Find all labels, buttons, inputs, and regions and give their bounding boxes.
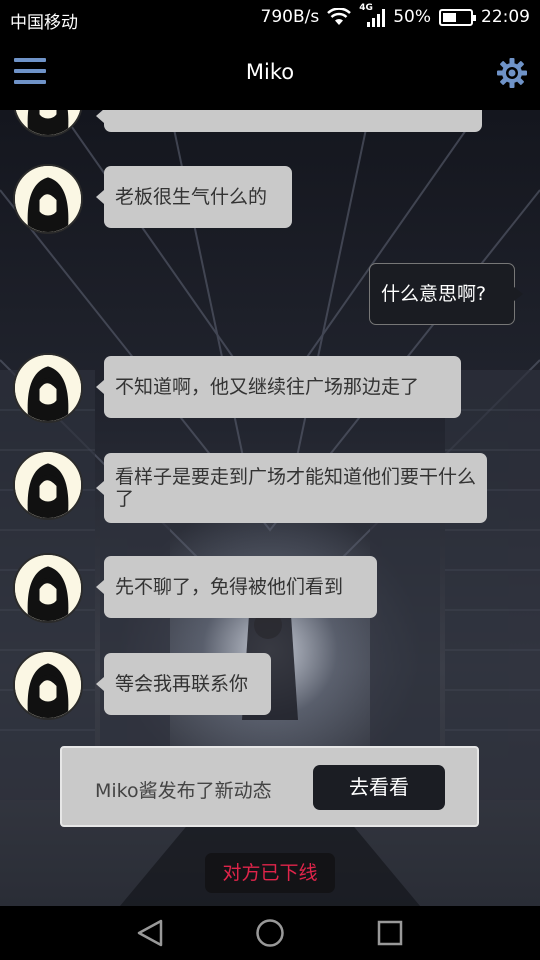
offline-status-badge: 对方已下线 — [205, 853, 335, 893]
status-bar: 中国移动 790B/s 4G 50% 22:09 — [0, 0, 540, 36]
network-speed: 790B/s — [260, 7, 320, 27]
battery-fill — [443, 12, 456, 22]
avatar[interactable] — [13, 553, 83, 623]
status-indicators: 790B/s 4G 50% 22:09 — [260, 3, 530, 27]
message-bubble-received[interactable]: 不知道啊，他又继续往广场那边走了 — [96, 356, 461, 418]
message-bubble-received[interactable]: 等会我再联系你 — [96, 653, 271, 715]
view-post-button[interactable]: 去看看 — [313, 765, 445, 810]
message-bubble-received[interactable]: 老板很生气什么的 — [96, 166, 292, 228]
battery-icon — [439, 8, 476, 26]
clock: 22:09 — [481, 7, 530, 27]
home-circle-icon[interactable] — [254, 918, 286, 948]
notice-text: Miko酱发布了新动态 — [95, 780, 272, 802]
gear-icon[interactable] — [496, 57, 528, 89]
cellular-signal: 4G — [359, 3, 386, 27]
message-bubble-sent[interactable]: 什么意思啊? — [369, 263, 523, 325]
recents-square-icon[interactable] — [374, 918, 406, 948]
chat-area[interactable]: 老板很生气什么的什么意思啊? 不知道啊，他又继续往广场那边走了看样子是要走到广场才… — [0, 110, 540, 906]
new-post-notice: Miko酱发布了新动态 去看看 — [60, 746, 479, 827]
system-nav-bar — [0, 906, 540, 960]
app-header: Miko — [0, 36, 540, 110]
message-bubble-received[interactable]: 看样子是要走到广场才能知道他们要干什么了 — [96, 453, 487, 523]
battery-percent: 50% — [393, 7, 431, 27]
page-title: Miko — [245, 60, 295, 84]
carrier-name: 中国移动 — [10, 13, 78, 33]
avatar[interactable] — [13, 353, 83, 423]
avatar[interactable] — [13, 650, 83, 720]
message-bubble-received[interactable]: 先不聊了，免得被他们看到 — [96, 556, 377, 618]
message-bubble-received[interactable] — [96, 110, 482, 132]
avatar[interactable] — [13, 164, 83, 234]
signal-icon — [367, 9, 386, 27]
avatar[interactable] — [13, 450, 83, 520]
wifi-icon — [327, 8, 352, 25]
back-triangle-icon[interactable] — [135, 918, 167, 948]
